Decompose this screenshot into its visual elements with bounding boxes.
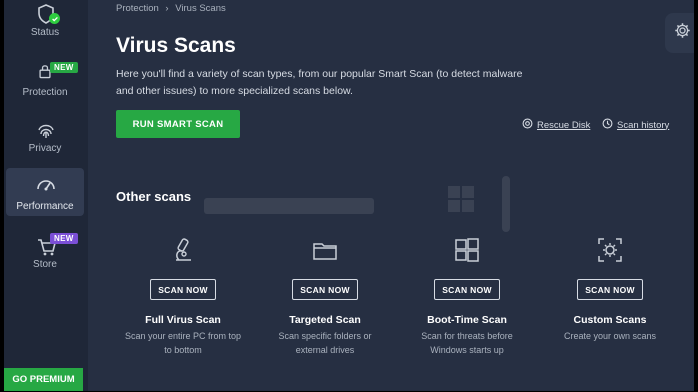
- scan-now-button[interactable]: SCAN NOW: [577, 279, 643, 300]
- clock-icon: [602, 118, 613, 132]
- folder-icon: [311, 236, 339, 264]
- breadcrumb-protection[interactable]: Protection: [116, 3, 159, 14]
- card-title: Custom Scans: [573, 314, 647, 326]
- breadcrumb-separator: ›: [165, 3, 169, 14]
- scan-history-label: Scan history: [617, 119, 670, 131]
- card-title: Full Virus Scan: [145, 314, 221, 326]
- sidebar-item-label: Store: [33, 259, 57, 270]
- custom-scan-icon: [596, 236, 624, 264]
- scan-card-boot-time: SCAN NOW Boot-Time Scan Scan for threats…: [403, 230, 531, 360]
- sidebar-item-protection[interactable]: NEW Protection: [6, 52, 84, 102]
- rescue-disk-label: Rescue Disk: [537, 119, 591, 131]
- page-title: Virus Scans: [116, 34, 236, 57]
- sidebar: Status NEW Protection Privacy Performanc…: [4, 0, 88, 391]
- breadcrumb-current: Virus Scans: [175, 3, 226, 14]
- sidebar-item-status[interactable]: Status: [6, 0, 84, 42]
- card-description: Scan for threats before Windows starts u…: [421, 331, 513, 355]
- run-smart-scan-button[interactable]: RUN SMART SCAN: [116, 110, 240, 138]
- card-description: Scan your entire PC from top to bottom: [124, 331, 242, 355]
- breadcrumb: Protection › Virus Scans: [116, 3, 230, 14]
- check-icon: [49, 13, 60, 24]
- app-window: Status NEW Protection Privacy Performanc…: [4, 0, 694, 391]
- card-description: Scan specific folders or external drives: [278, 331, 372, 355]
- scan-card-custom: SCAN NOW Custom Scans Create your own sc…: [546, 230, 674, 360]
- scan-card-targeted: SCAN NOW Targeted Scan Scan specific fol…: [261, 230, 389, 360]
- other-scans-title: Other scans: [116, 189, 192, 204]
- sidebar-item-performance[interactable]: Performance: [6, 168, 84, 216]
- sidebar-item-privacy[interactable]: Privacy: [6, 108, 84, 158]
- speedometer-icon: [35, 174, 57, 196]
- new-badge: NEW: [50, 233, 78, 244]
- scan-history-link[interactable]: Scan history: [602, 118, 669, 132]
- new-badge: NEW: [50, 62, 78, 73]
- card-title: Boot-Time Scan: [427, 314, 507, 326]
- scan-now-button[interactable]: SCAN NOW: [292, 279, 358, 300]
- sidebar-item-label: Protection: [22, 87, 68, 98]
- sidebar-item-label: Privacy: [28, 143, 62, 154]
- card-description: Create your own scans: [563, 331, 657, 341]
- page-description: Here you'll find a variety of scan types…: [116, 68, 523, 97]
- settings-button[interactable]: [665, 13, 694, 53]
- watermark-logo: [194, 176, 524, 232]
- sidebar-item-label: Status: [30, 27, 60, 38]
- fingerprint-icon: [35, 120, 57, 142]
- go-premium-button[interactable]: GO PREMIUM: [4, 368, 83, 391]
- lifebuoy-icon: [522, 118, 533, 132]
- scan-now-button[interactable]: SCAN NOW: [150, 279, 216, 300]
- scan-now-button[interactable]: SCAN NOW: [434, 279, 500, 300]
- scan-card-full-virus: SCAN NOW Full Virus Scan Scan your entir…: [119, 230, 247, 360]
- sidebar-item-store[interactable]: NEW Store: [6, 224, 84, 274]
- window-frame: Status NEW Protection Privacy Performanc…: [0, 0, 698, 392]
- windows-icon: [453, 236, 481, 264]
- sidebar-item-label: Performance: [16, 201, 74, 212]
- card-title: Targeted Scan: [289, 314, 361, 326]
- microscope-icon: [169, 236, 197, 264]
- rescue-disk-link[interactable]: Rescue Disk: [522, 118, 590, 132]
- gear-icon: [674, 22, 691, 44]
